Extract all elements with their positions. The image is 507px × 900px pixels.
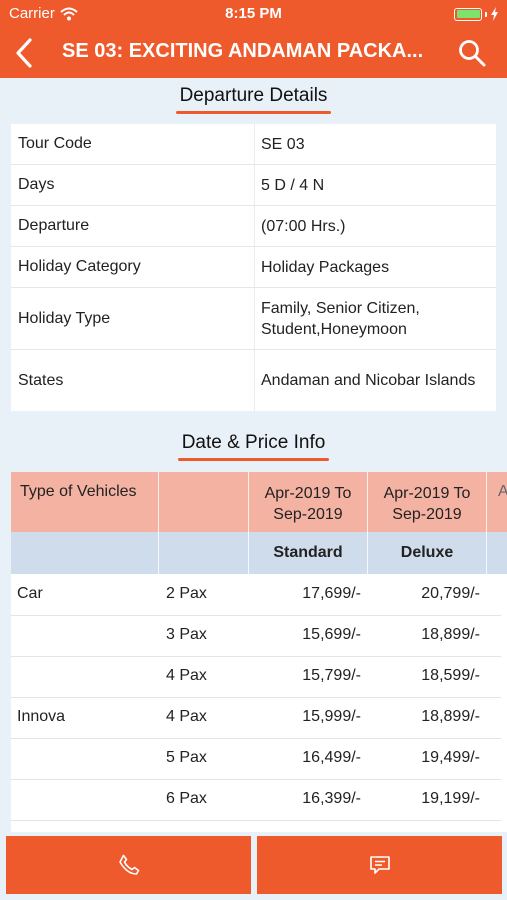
deluxe-price-cell: 19,199/-	[421, 790, 480, 807]
deluxe-price-cell: 19,499/-	[421, 749, 480, 766]
table-row: Tour Code SE 03	[11, 124, 496, 165]
table-row: Days 5 D / 4 N	[11, 165, 496, 206]
table-row: Holiday Type Family, Senior Citizen, Stu…	[11, 288, 496, 350]
row-value: Holiday Packages	[254, 247, 496, 287]
period-header: A	[498, 483, 507, 500]
class-header-standard: Standard	[273, 544, 343, 561]
row-key: Departure	[18, 217, 90, 234]
search-icon[interactable]	[457, 38, 487, 68]
period-header: Apr-2019 To Sep-2019	[264, 485, 352, 523]
table-row: Holiday Category Holiday Packages	[11, 247, 496, 288]
row-key: Tour Code	[18, 135, 92, 152]
departure-heading: Departure Details	[175, 85, 332, 114]
deluxe-price-cell: 18,599/-	[421, 667, 480, 684]
pax-cell: 6 Pax	[166, 790, 207, 807]
class-header-deluxe: Deluxe	[400, 544, 454, 561]
price-table[interactable]: Type of Vehicles Apr-2019 To Sep-2019 Ap…	[11, 472, 507, 832]
standard-price-cell: 16,399/-	[302, 790, 361, 807]
back-chevron-icon[interactable]	[10, 36, 40, 70]
departure-table: Tour Code SE 03 Days 5 D / 4 N Departure…	[11, 124, 496, 411]
period-header: Apr-2019 To Sep-2019	[383, 485, 471, 523]
vehicle-cell: Car	[17, 585, 43, 602]
pax-cell: 2 Pax	[166, 585, 207, 602]
status-time: 8:15 PM	[225, 5, 282, 22]
pax-cell: 4 Pax	[166, 667, 207, 684]
nav-header: SE 03: EXCITING ANDAMAN PACKA...	[0, 28, 507, 78]
message-button[interactable]	[257, 836, 502, 894]
phone-icon	[118, 854, 139, 875]
pax-cell: 4 Pax	[166, 708, 207, 725]
table-row: Departure (07:00 Hrs.)	[11, 206, 496, 247]
table-row: States Andaman and Nicobar Islands	[11, 350, 496, 411]
row-key: Days	[18, 176, 55, 193]
row-key: Holiday Category	[18, 258, 141, 275]
pax-cell: 5 Pax	[166, 749, 207, 766]
row-key: States	[18, 371, 64, 389]
deluxe-price-cell: 20,799/-	[421, 585, 480, 602]
page-title: SE 03: EXCITING ANDAMAN PACKA...	[62, 40, 424, 62]
top-bar: Carrier 8:15 PM SE 03: EXCITING ANDAMAN …	[0, 0, 507, 78]
price-heading: Date & Price Info	[177, 432, 329, 461]
standard-price-cell: 16,499/-	[302, 749, 361, 766]
deluxe-price-cell: 18,899/-	[421, 626, 480, 643]
standard-price-cell: 15,699/-	[302, 626, 361, 643]
vehicle-column-header: Type of Vehicles	[20, 483, 137, 500]
row-value: (07:00 Hrs.)	[254, 206, 496, 246]
row-value: Andaman and Nicobar Islands	[254, 350, 496, 411]
standard-price-cell: 15,799/-	[302, 667, 361, 684]
vehicle-cell: Innova	[17, 708, 66, 725]
row-value: Family, Senior Citizen, Student,Honeymoo…	[254, 288, 496, 349]
standard-price-cell: 17,699/-	[302, 585, 361, 602]
battery-icon	[454, 7, 499, 21]
row-value: SE 03	[254, 124, 496, 164]
standard-price-cell: 15,999/-	[302, 708, 361, 725]
status-bar: Carrier 8:15 PM	[0, 0, 507, 28]
charging-bolt-icon	[491, 7, 498, 21]
deluxe-price-cell: 18,899/-	[421, 708, 480, 725]
row-value: 5 D / 4 N	[254, 165, 496, 205]
row-key: Holiday Type	[18, 309, 111, 327]
call-button[interactable]	[6, 836, 251, 894]
pax-cell: 3 Pax	[166, 626, 207, 643]
message-icon	[369, 856, 390, 874]
